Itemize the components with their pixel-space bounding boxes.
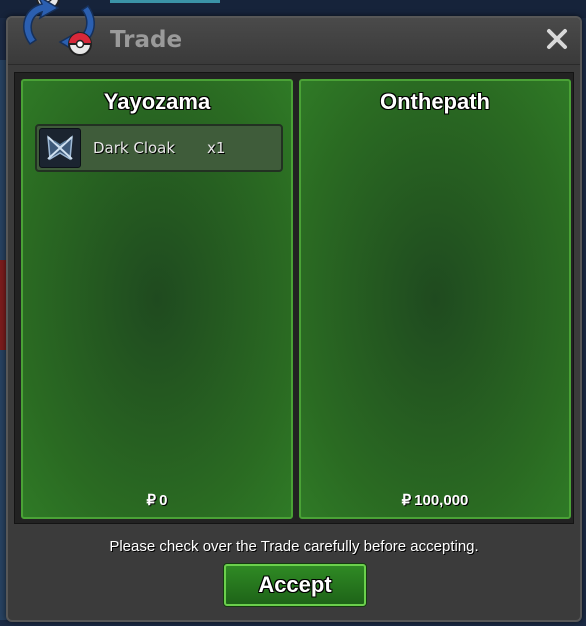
currency-icon: ₽: [401, 492, 412, 509]
trade-panel-self: Yayozama Dark Cloak x1 ₽0: [21, 79, 293, 519]
trade-content: Yayozama Dark Cloak x1 ₽0 Onthepath ₽ 10…: [14, 72, 574, 524]
item-quantity: x1: [207, 139, 226, 157]
window-title: Trade: [110, 27, 183, 53]
trade-notice: Please check over the Trade carefully be…: [109, 538, 479, 555]
money-offer-partner: ₽100,000: [301, 491, 569, 509]
item-slot: [39, 128, 81, 168]
trade-logo-icon: [23, 0, 95, 56]
player-name-partner: Onthepath: [380, 89, 490, 114]
dark-cloak-icon: [47, 135, 73, 161]
money-offer-self: ₽0: [23, 491, 291, 509]
money-amount-partner: 100,000: [414, 492, 469, 509]
currency-icon: ₽: [146, 492, 157, 509]
item-name: Dark Cloak: [93, 139, 176, 157]
close-icon[interactable]: [542, 24, 572, 54]
money-amount-self: 0: [159, 492, 168, 509]
player-name-self: Yayozama: [103, 89, 211, 114]
accept-button[interactable]: Accept: [224, 564, 366, 606]
trade-window: Trade Yayozama Dark Cloak x1 ₽0 Onthepat…: [6, 16, 582, 622]
trade-item[interactable]: Dark Cloak x1: [35, 124, 283, 172]
background-strip: [110, 0, 220, 3]
trade-panel-partner: Onthepath ₽100,000: [299, 79, 571, 519]
